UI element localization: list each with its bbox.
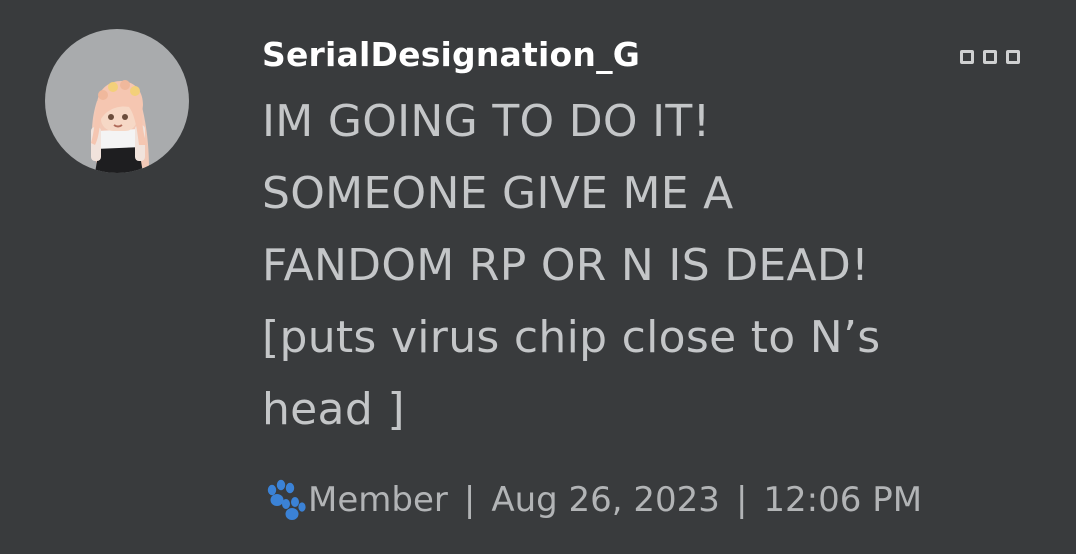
more-options-dot-icon — [983, 50, 997, 64]
post-time: 12:06 PM — [763, 480, 923, 520]
more-options-button[interactable] — [960, 46, 1020, 68]
more-options-dot-icon — [1006, 50, 1020, 64]
post-date: Aug 26, 2023 — [491, 480, 720, 520]
username[interactable]: SerialDesignation_G — [262, 34, 640, 76]
avatar[interactable] — [45, 29, 189, 173]
meta-separator: | — [735, 480, 748, 520]
post-meta: Member | Aug 26, 2023 | 12:06 PM — [262, 478, 922, 522]
more-options-dot-icon — [960, 50, 974, 64]
comment-message: IM GOING TO DO IT! SOMEONE GIVE ME A FAN… — [262, 96, 881, 435]
avatar-figure-icon — [91, 80, 149, 173]
member-role: Member — [308, 480, 448, 520]
comment-post: SerialDesignation_G IM GOING TO DO IT! S… — [0, 0, 1076, 554]
paw-icon — [267, 479, 306, 520]
meta-separator: | — [463, 480, 476, 520]
